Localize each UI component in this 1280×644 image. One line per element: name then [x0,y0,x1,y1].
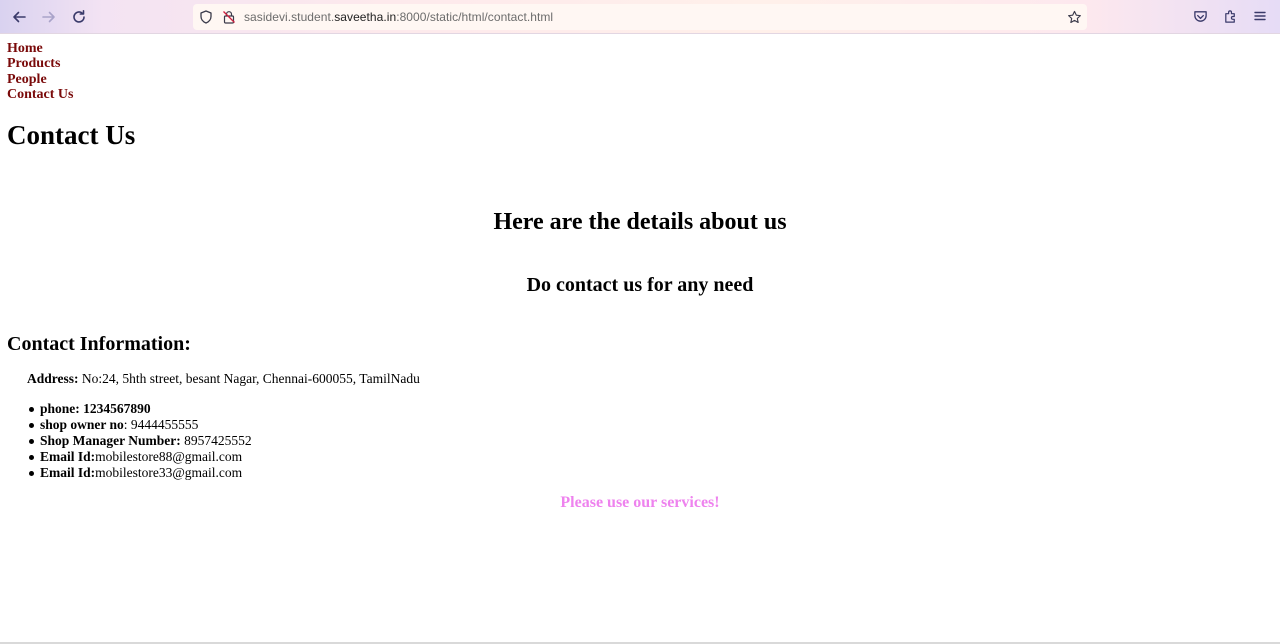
menu-icon[interactable] [1251,7,1269,25]
nav-link-products[interactable]: Products [7,56,74,71]
list-item-shop-manager: Shop Manager Number: 8957425552 [29,433,252,448]
list-item-phone: phone: 1234567890 [29,401,252,417]
back-icon[interactable] [7,5,31,29]
address-value: No:24, 5hth street, besant Nagar, Chenna… [78,371,420,386]
nav-link-people[interactable]: People [7,72,74,87]
forward-icon[interactable] [37,5,61,29]
list-item-shop-owner: shop owner no: 9444455555 [29,417,252,433]
site-nav: Home Products People Contact Us [7,41,74,102]
page-title: Contact Us [7,120,136,150]
list-item-email-1: Email Id:mobilestore88@gmail.com [29,449,252,465]
browser-toolbar: sasidevi.student.saveetha.in:8000/static… [0,0,1280,34]
nav-link-contact-us[interactable]: Contact Us [7,87,74,102]
url-text[interactable]: sasidevi.student.saveetha.in:8000/static… [244,10,553,24]
contact-information-heading: Contact Information: [7,333,191,355]
contact-list: phone: 1234567890 shop owner no: 9444455… [29,401,252,481]
lock-icon[interactable] [221,9,237,25]
pocket-icon[interactable] [1191,7,1209,25]
url-bar[interactable]: sasidevi.student.saveetha.in:8000/static… [193,4,1087,30]
address-label: Address: [27,371,79,386]
closing-message: Please use our services! [560,494,720,511]
reload-icon[interactable] [67,5,91,29]
star-icon[interactable] [1066,9,1082,25]
contact-need-heading: Do contact us for any need [526,274,754,296]
nav-link-home[interactable]: Home [7,41,74,56]
address-line: Address: No:24, 5hth street, besant Naga… [27,371,420,387]
details-heading: Here are the details about us [493,209,787,235]
extensions-icon[interactable] [1221,7,1239,25]
list-item-email-2: Email Id:mobilestore33@gmail.com [29,465,252,481]
shield-icon[interactable] [198,9,214,25]
